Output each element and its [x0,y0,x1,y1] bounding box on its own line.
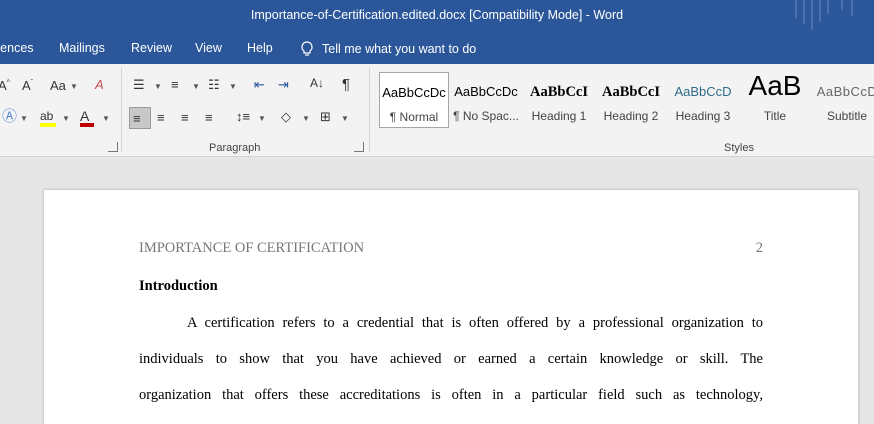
align-center-icon[interactable]: ≡ [157,111,165,124]
style-sample: AaBbCcI [529,84,588,100]
paragraph-line[interactable]: A certification refers to a credential t… [139,305,763,341]
style-no-spacing[interactable]: AaBbCcDc ¶ No Spac... [451,72,521,128]
page-number: 2 [755,240,763,256]
tab-help[interactable]: Help [247,41,273,55]
chevron-down-icon[interactable]: ▼ [62,114,70,123]
chevron-down-icon[interactable]: ▼ [20,114,28,123]
increase-indent-icon[interactable]: ⇥ [278,78,289,91]
chevron-down-icon[interactable]: ▼ [258,114,266,123]
font-dialog-launcher[interactable] [108,142,118,152]
chevron-down-icon[interactable]: ▼ [341,114,349,123]
styles-group-label: Styles [724,142,754,154]
style-name: Heading 2 [603,109,659,123]
multilevel-list-icon[interactable]: ☷ [208,78,220,91]
chevron-down-icon[interactable]: ▼ [229,82,237,91]
group-separator [369,68,370,152]
justify-icon[interactable]: ≡ [205,111,213,124]
document-page[interactable]: IMPORTANCE OF CERTIFICATION 2 Introducti… [44,190,858,424]
group-separator [121,68,122,152]
paragraph-group-label: Paragraph [209,142,261,154]
tell-me-label: Tell me what you want to do [322,42,477,56]
style-name: Subtitle [826,109,868,123]
style-title[interactable]: AaB Title [740,70,810,128]
decrease-indent-icon[interactable]: ⇤ [254,78,265,91]
page-header-text: IMPORTANCE OF CERTIFICATION [139,240,365,256]
chevron-down-icon[interactable]: ▼ [102,114,110,123]
text-effects-icon[interactable]: Ⓐ [2,109,17,124]
styles-gallery: AaBbCcDc ¶ Normal AaBbCcDc ¶ No Spac... … [378,70,874,132]
shrink-font-icon[interactable]: Aˇ [22,79,33,92]
title-bar: Importance-of-Certification.edited.docx … [0,0,874,32]
line-spacing-icon[interactable]: ↕≡ [236,110,250,123]
change-case-button[interactable]: Aa [50,79,66,92]
style-subtitle[interactable]: AaBbCcD Subtitle [812,72,874,128]
sort-icon[interactable]: A↓ [310,77,324,89]
window-title: Importance-of-Certification.edited.docx … [250,8,624,22]
align-left-icon[interactable]: ≡ [129,107,151,129]
pilcrow-icon[interactable]: ¶ [342,77,350,92]
ribbon-pattern-icon [795,0,853,30]
style-sample: AaBbCcDc [454,84,518,99]
style-name: Heading 3 [675,109,731,123]
ribbon: A^ Aˇ Aa ▼ A Ⓐ ▼ ab ▼ A ▼ ☰ ▼ ≡ ▼ ☷ ▼ ⇤ … [0,64,874,157]
style-sample: AaBbCcDc [382,85,446,100]
style-sample: AaB [748,70,802,101]
style-heading-3[interactable]: AaBbCcD Heading 3 [668,72,738,128]
clear-formatting-icon[interactable]: A [95,78,104,91]
align-right-icon[interactable]: ≡ [181,111,189,124]
lightbulb-icon [301,41,313,56]
style-name: Title [763,109,787,123]
chevron-down-icon[interactable]: ▼ [302,114,310,123]
tell-me-search[interactable]: Tell me what you want to do [300,41,476,57]
tab-review[interactable]: Review [131,41,172,55]
tab-view[interactable]: View [195,41,222,55]
ribbon-tabs: rences Mailings Review View Help Tell me… [0,32,874,64]
chevron-down-icon[interactable]: ▼ [70,82,78,91]
style-heading-1[interactable]: AaBbCcI Heading 1 [524,72,594,128]
style-sample: AaBbCcD [674,84,732,99]
paragraph-line[interactable]: individuals to show that you have achiev… [139,341,763,377]
style-sample: AaBbCcD [816,84,874,99]
font-color-icon[interactable]: A [80,109,94,127]
tab-mailings[interactable]: Mailings [59,41,105,55]
section-heading: Introduction [139,278,218,294]
highlight-swatch [40,123,56,127]
grow-font-icon[interactable]: A^ [0,79,10,92]
chevron-down-icon[interactable]: ▼ [154,82,162,91]
style-name: Heading 1 [531,109,587,123]
style-name: ¶ No Spac... [453,109,519,123]
bullets-icon[interactable]: ☰ [133,78,145,91]
style-name: ¶ Normal [389,110,439,124]
tab-references[interactable]: rences [0,41,34,55]
paragraph-dialog-launcher[interactable] [354,142,364,152]
numbering-icon[interactable]: ≡ [171,78,179,91]
shading-icon[interactable]: ◇ [281,110,291,123]
style-sample: AaBbCcI [601,84,660,100]
style-heading-2[interactable]: AaBbCcI Heading 2 [596,72,666,128]
style-normal[interactable]: AaBbCcDc ¶ Normal [379,72,449,128]
paragraph-line[interactable]: organization that offers these accredita… [139,377,763,413]
borders-icon[interactable]: ⊞ [320,110,331,123]
chevron-down-icon[interactable]: ▼ [192,82,200,91]
highlight-color-icon[interactable]: ab [40,109,56,127]
